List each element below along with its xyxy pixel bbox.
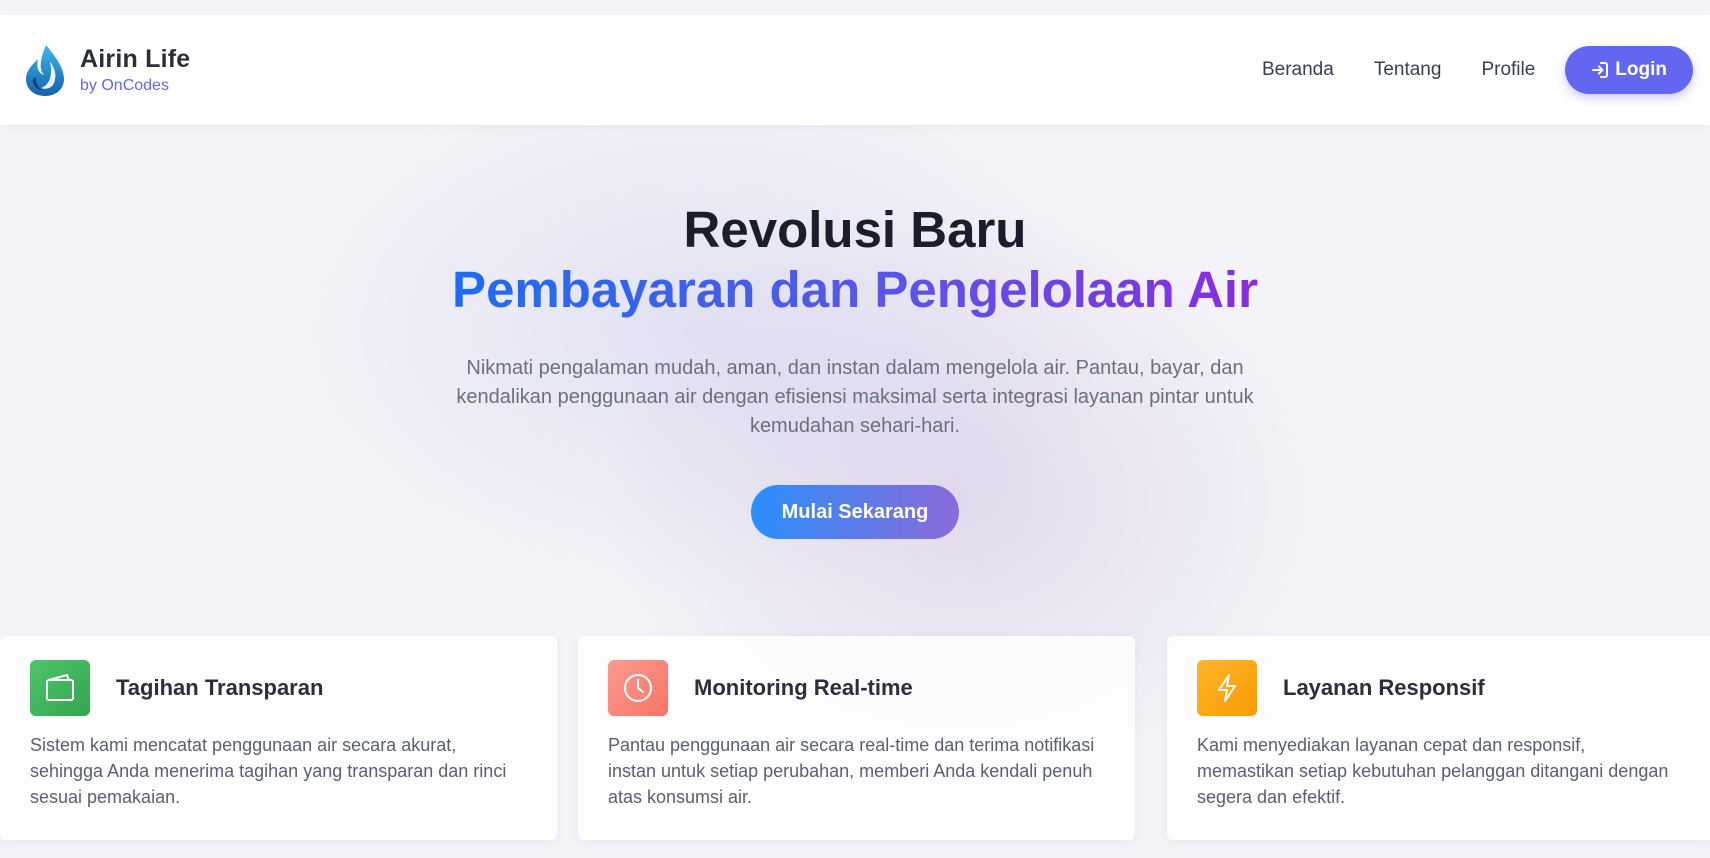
hero-section: Revolusi Baru Pembayaran dan Pengelolaan… [0, 200, 1710, 539]
feature-description: Pantau penggunaan air secara real-time d… [608, 735, 1095, 807]
feature-title: Monitoring Real-time [694, 675, 913, 700]
hero-subtitle: Pembayaran dan Pengelolaan Air [452, 261, 1258, 318]
login-button[interactable]: Login [1565, 46, 1693, 94]
brand-subtitle: by OnCodes [80, 77, 169, 94]
feature-card-layanan: Layanan Responsif Kami menyediakan layan… [1167, 636, 1710, 840]
feature-description: Sistem kami mencatat penggunaan air seca… [30, 735, 507, 807]
nav-link-profile[interactable]: Profile [1481, 59, 1535, 81]
nav-link-tentang[interactable]: Tentang [1374, 59, 1442, 81]
nav-menu: Beranda Tentang Profile Login [1262, 46, 1693, 94]
cta-button[interactable]: Mulai Sekarang [751, 485, 959, 539]
hero-description: Nikmati pengalaman mudah, aman, dan inst… [456, 357, 1254, 437]
login-arrow-icon [1592, 62, 1609, 78]
wallet-icon [30, 660, 90, 716]
brand-name: Airin Life [80, 45, 191, 73]
navbar: Airin Life by OnCodes Beranda Tentang Pr… [0, 15, 1710, 125]
brand[interactable]: Airin Life by OnCodes [24, 43, 190, 97]
clock-icon [608, 660, 668, 716]
feature-title: Layanan Responsif [1283, 675, 1485, 700]
login-label: Login [1615, 59, 1667, 80]
feature-title: Tagihan Transparan [116, 675, 324, 700]
feature-description: Kami menyediakan layanan cepat dan respo… [1197, 735, 1669, 807]
feature-card-tagihan: Tagihan Transparan Sistem kami mencatat … [0, 636, 557, 840]
lightning-icon [1197, 660, 1257, 716]
water-drop-icon [26, 45, 64, 96]
nav-link-beranda[interactable]: Beranda [1262, 59, 1334, 81]
top-strip [0, 0, 1710, 15]
feature-card-monitoring: Monitoring Real-time Pantau penggunaan a… [578, 636, 1135, 840]
hero-title: Revolusi Baru [683, 201, 1027, 258]
